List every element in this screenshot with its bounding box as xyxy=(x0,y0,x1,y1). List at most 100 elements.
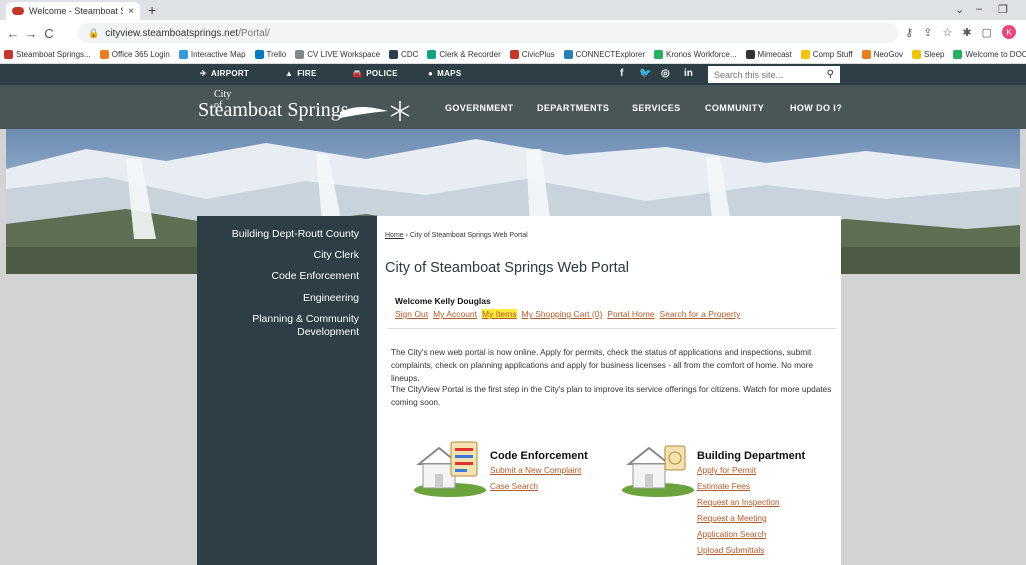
my-account-link[interactable]: My Account xyxy=(433,309,477,319)
sign-out-link[interactable]: Sign Out xyxy=(395,309,428,319)
code-enforcement-title: Code Enforcement xyxy=(490,450,588,462)
bookmark-favicon-icon xyxy=(99,50,109,59)
airport-link[interactable]: ✈ AIRPORT xyxy=(200,69,249,78)
new-tab-button[interactable]: + xyxy=(148,2,156,18)
bookmark-item[interactable]: Clerk & Recorder xyxy=(427,50,501,59)
main-content: Home › City of Steamboat Springs Web Por… xyxy=(377,216,841,565)
sidebar-item-code-enforcement[interactable]: Code Enforcement xyxy=(271,270,359,283)
nav-departments[interactable]: DEPARTMENTS xyxy=(537,103,609,113)
bookmark-favicon-icon xyxy=(654,50,663,59)
bookmark-item[interactable]: CivicPlus xyxy=(509,50,555,59)
bookmark-label: CivicPlus xyxy=(521,50,555,59)
sidebar-item-planning[interactable]: Planning & Community xyxy=(252,313,359,326)
bookmark-favicon-icon xyxy=(295,50,305,59)
bookmark-label: Trello xyxy=(266,50,287,59)
case-search-link[interactable]: Case Search xyxy=(490,481,538,491)
police-link[interactable]: 🚘 POLICE xyxy=(352,69,398,78)
bookmark-label: Welcome to DOCU... xyxy=(965,50,1026,59)
forward-icon[interactable]: → xyxy=(22,26,40,41)
bookmark-item[interactable]: NeoGov xyxy=(861,50,904,59)
search-property-link[interactable]: Search for a Property xyxy=(660,309,741,319)
bookmark-favicon-icon xyxy=(427,50,437,59)
minimize-button[interactable]: – xyxy=(976,3,982,15)
user-links: Sign Out My Account My Items My Shopping… xyxy=(395,309,740,319)
lock-icon: 🔒 xyxy=(88,27,100,38)
fire-icon: ▲ xyxy=(285,69,294,78)
bookmark-item[interactable]: Interactive Map xyxy=(178,50,246,59)
close-tab-icon[interactable]: × xyxy=(128,6,134,17)
apply-permit-link[interactable]: Apply for Permit xyxy=(697,465,756,475)
breadcrumb-home-link[interactable]: Home xyxy=(385,232,404,239)
submit-complaint-link[interactable]: Submit a New Complaint xyxy=(490,465,581,475)
welcome-message: Welcome Kelly Douglas xyxy=(395,296,491,306)
request-meeting-link[interactable]: Request a Meeting xyxy=(697,513,767,523)
request-inspection-link[interactable]: Request an Inspection xyxy=(697,497,780,507)
bookmark-label: Steamboat Springs... xyxy=(16,50,91,59)
bookmark-item[interactable]: Steamboat Springs... xyxy=(4,50,91,59)
facebook-icon[interactable]: f xyxy=(620,68,623,79)
portal-home-link[interactable]: Portal Home xyxy=(607,309,654,319)
star-icon[interactable]: ☆ xyxy=(943,26,953,39)
application-search-link[interactable]: Application Search xyxy=(697,529,766,539)
intro-paragraph: The City's new web portal is now online.… xyxy=(391,347,813,383)
bookmark-item[interactable]: Comp Stuff xyxy=(800,50,853,59)
browser-tab[interactable]: Welcome - Steamboat Springs, C × xyxy=(6,2,140,20)
bookmark-item[interactable]: Kronos Workforce... xyxy=(654,50,737,59)
profile-avatar[interactable]: K xyxy=(1002,25,1016,39)
estimate-fees-link[interactable]: Estimate Fees xyxy=(697,481,750,491)
bookmark-label: CV LIVE Workspace xyxy=(307,50,381,59)
extensions-icon[interactable]: ✱ xyxy=(962,26,971,39)
nav-services[interactable]: SERVICES xyxy=(632,103,681,113)
address-toolbar: ← → C 🔒 cityview.steamboatsprings.net/Po… xyxy=(0,20,1026,46)
sidebar-item-building-dept[interactable]: Building Dept-Routt County xyxy=(232,228,359,241)
maximize-button[interactable]: ❐ xyxy=(998,3,1008,16)
linkedin-icon[interactable]: in xyxy=(684,68,693,79)
fire-link[interactable]: ▲ FIRE xyxy=(285,69,317,78)
bookmark-label: NeoGov xyxy=(873,50,904,59)
back-icon[interactable]: ← xyxy=(4,26,22,41)
bookmark-item[interactable]: CONNECTExplorer xyxy=(563,50,645,59)
nav-government[interactable]: GOVERNMENT xyxy=(445,103,514,113)
bookmark-item[interactable]: Trello xyxy=(254,50,287,59)
upload-submittals-link[interactable]: Upload Submittals xyxy=(697,545,764,555)
sidebar-item-city-clerk[interactable]: City Clerk xyxy=(313,249,359,262)
building-department-icon xyxy=(622,445,694,497)
bookmark-favicon-icon xyxy=(389,50,399,59)
building-department-title: Building Department xyxy=(697,450,806,462)
bookmark-item[interactable]: Office 365 Login xyxy=(99,50,170,59)
bookmark-item[interactable]: CDC xyxy=(389,50,418,59)
bookmark-item[interactable]: CV LIVE Workspace xyxy=(295,50,380,59)
share-icon[interactable]: ⇪ xyxy=(923,26,932,39)
bookmark-label: Comp Stuff xyxy=(812,50,853,59)
maps-link[interactable]: ● MAPS xyxy=(428,69,461,78)
instagram-icon[interactable]: ◎ xyxy=(661,68,670,79)
bookmark-favicon-icon xyxy=(254,50,264,59)
site-search-input[interactable] xyxy=(714,69,814,80)
my-items-link[interactable]: My Items xyxy=(482,309,517,319)
bookmark-item[interactable]: Mimecast xyxy=(745,50,792,59)
twitter-icon[interactable]: 🐦 xyxy=(639,68,651,79)
bookmark-favicon-icon xyxy=(563,50,573,59)
tab-search-icon[interactable]: ⌄ xyxy=(955,3,964,16)
bookmark-favicon-icon xyxy=(912,50,922,59)
nav-community[interactable]: COMMUNITY xyxy=(705,103,764,113)
reload-icon[interactable]: C xyxy=(40,26,58,41)
sidepanel-icon[interactable]: ▢ xyxy=(982,26,992,39)
sidebar-item-planning-cont[interactable]: Development xyxy=(297,326,359,339)
bookmark-favicon-icon xyxy=(4,50,13,59)
sidebar-item-engineering[interactable]: Engineering xyxy=(303,292,359,305)
page-title: City of Steamboat Springs Web Portal xyxy=(385,260,629,276)
address-bar[interactable]: 🔒 cityview.steamboatsprings.net/Portal/ xyxy=(78,23,898,43)
bookmark-favicon-icon xyxy=(861,50,871,59)
key-icon[interactable]: ⚷ xyxy=(905,26,913,39)
site-search: ⚲ xyxy=(708,66,840,83)
bookmark-item[interactable]: Sleep xyxy=(912,50,944,59)
shopping-cart-link[interactable]: My Shopping Cart (0) xyxy=(522,309,603,319)
bookmark-item[interactable]: Welcome to DOCU... xyxy=(953,50,1026,59)
bookmark-label: Mimecast xyxy=(757,50,792,59)
url-text: cityview.steamboatsprings.net/Portal/ xyxy=(105,27,270,39)
bookmark-label: CDC xyxy=(401,50,419,59)
bookmark-label: Interactive Map xyxy=(190,50,246,59)
nav-how-do-i[interactable]: HOW DO I? xyxy=(790,103,842,113)
search-icon[interactable]: ⚲ xyxy=(827,69,834,80)
